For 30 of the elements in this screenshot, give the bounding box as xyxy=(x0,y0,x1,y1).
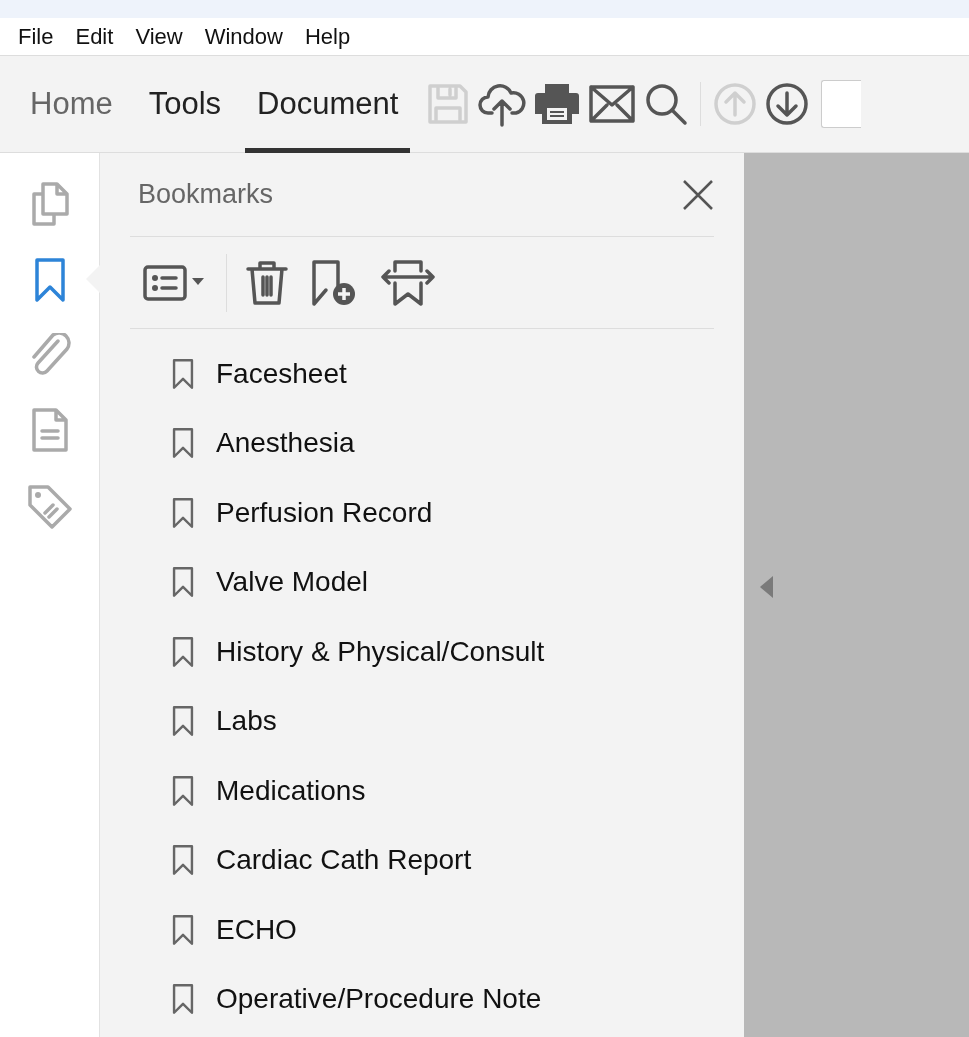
bookmark-icon xyxy=(172,495,194,530)
bookmark-item[interactable]: Facesheet xyxy=(216,352,347,395)
bookmark-item[interactable]: Valve Model xyxy=(216,561,368,604)
bookmark-icon xyxy=(172,565,194,600)
bookmark-icon xyxy=(172,426,194,461)
menu-item[interactable]: Edit xyxy=(67,20,122,53)
menu-item[interactable]: Window xyxy=(196,20,291,53)
bookmark-item[interactable]: Operative/Procedure Note xyxy=(216,978,542,1021)
bookmark-icon xyxy=(172,356,194,391)
bookmark-icon xyxy=(172,912,194,947)
bookmark-icon xyxy=(172,634,194,669)
bookmark-item[interactable]: History & Physical/Consult xyxy=(216,630,545,673)
menu-item[interactable]: View xyxy=(127,20,191,53)
tab[interactable]: Home xyxy=(18,55,125,153)
bookmark-item[interactable]: Cardiac Cath Report xyxy=(216,839,472,882)
bookmark-item[interactable]: ECHO xyxy=(216,908,297,951)
bookmark-item[interactable]: Medications xyxy=(216,769,366,812)
menu-item[interactable]: File xyxy=(10,20,62,53)
tab[interactable]: Tools xyxy=(136,55,234,153)
close-button[interactable] xyxy=(682,178,714,211)
bookmark-item[interactable]: Labs xyxy=(216,700,277,743)
menu-item[interactable]: Help xyxy=(296,20,359,53)
bookmark-item[interactable]: Perfusion Record xyxy=(216,491,433,534)
page-number-field[interactable] xyxy=(821,80,862,128)
bookmark-icon xyxy=(172,982,194,1017)
bookmark-icon xyxy=(172,773,194,808)
bookmark-icon xyxy=(172,843,194,878)
panel-title: Bookmarks xyxy=(138,178,274,212)
bookmark-icon xyxy=(172,704,194,739)
bookmark-item[interactable]: Anesthesia xyxy=(216,422,355,465)
